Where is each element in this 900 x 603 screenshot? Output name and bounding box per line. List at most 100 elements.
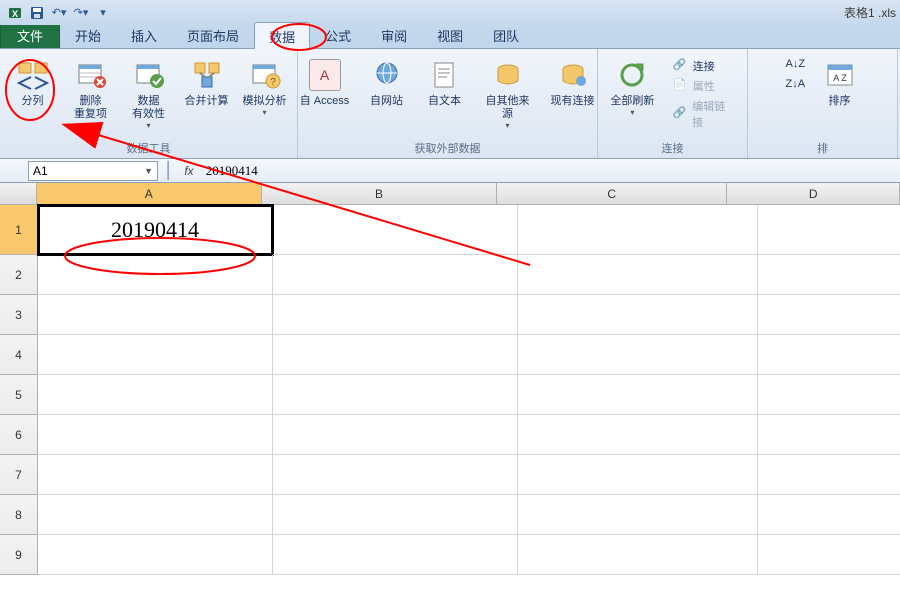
btn-from-other[interactable]: 自其他来源 ▾ (479, 53, 537, 130)
col-header-C[interactable]: C (497, 183, 727, 205)
cell[interactable] (273, 415, 518, 455)
row-header-1[interactable]: 1 (0, 205, 38, 255)
btn-refresh-all[interactable]: 全部刷新 ▾ (606, 53, 659, 117)
cell[interactable] (758, 335, 900, 375)
quick-access-toolbar: X ↶▾ ↷▾ ▾ (6, 4, 112, 22)
group-data-tools: 分列 删除 重复项 数据 有效性 ▾ 合并计算 ? 模拟分析 ▾ 数据工具 (0, 49, 298, 158)
chevron-down-icon[interactable]: ▼ (144, 166, 153, 176)
tab-file[interactable]: 文件 (0, 21, 60, 48)
cell[interactable] (518, 295, 758, 335)
cell[interactable] (38, 335, 273, 375)
tab-data[interactable]: 数据 (254, 22, 310, 49)
btn-from-web[interactable]: 自网站 (363, 53, 411, 108)
properties-icon: 📄 (673, 78, 689, 94)
cell[interactable] (273, 335, 518, 375)
formula-bar: A1 ▼ ⎮ fx (0, 159, 900, 183)
cell[interactable] (38, 455, 273, 495)
cell[interactable] (273, 255, 518, 295)
btn-from-access[interactable]: A 自 Access (297, 53, 353, 108)
cell[interactable] (758, 495, 900, 535)
cell[interactable] (758, 415, 900, 455)
cell[interactable] (518, 415, 758, 455)
row-header-9[interactable]: 9 (0, 535, 38, 575)
btn-properties: 📄属性 (669, 77, 739, 95)
btn-existing-connections[interactable]: 现有连接 (547, 53, 599, 108)
btn-consolidate[interactable]: 合并计算 (183, 53, 231, 108)
cell[interactable] (518, 495, 758, 535)
tab-view[interactable]: 视图 (422, 21, 478, 48)
row-header-3[interactable]: 3 (0, 295, 38, 335)
cell[interactable] (758, 295, 900, 335)
tab-formulas[interactable]: 公式 (310, 21, 366, 48)
cells-area[interactable]: 20190414 (38, 205, 900, 575)
cell[interactable]: 20190414 (38, 205, 273, 255)
cell[interactable] (758, 255, 900, 295)
btn-from-text[interactable]: 自文本 (421, 53, 469, 108)
excel-app-icon[interactable]: X (6, 4, 24, 22)
row-header-8[interactable]: 8 (0, 495, 38, 535)
cell[interactable] (758, 535, 900, 575)
col-header-B[interactable]: B (262, 183, 497, 205)
cell[interactable] (273, 535, 518, 575)
tab-review[interactable]: 审阅 (366, 21, 422, 48)
window-title: 表格1 .xls (844, 4, 896, 21)
row-header-4[interactable]: 4 (0, 335, 38, 375)
formula-input[interactable] (200, 161, 900, 181)
row-header-6[interactable]: 6 (0, 415, 38, 455)
sort-asc-icon: A↓Z (786, 58, 802, 74)
btn-sort-asc[interactable]: A↓Z (782, 57, 806, 75)
btn-text-to-columns[interactable]: 分列 (9, 53, 57, 108)
btn-sort[interactable]: A Z 排序 (816, 53, 864, 108)
cell[interactable] (38, 535, 273, 575)
tab-insert[interactable]: 插入 (116, 21, 172, 48)
cell[interactable] (758, 375, 900, 415)
tab-team[interactable]: 团队 (478, 21, 534, 48)
cell[interactable] (758, 455, 900, 495)
cell[interactable] (273, 205, 518, 255)
qat-more-icon[interactable]: ▾ (94, 4, 112, 22)
save-icon[interactable] (28, 4, 46, 22)
tab-pagelayout[interactable]: 页面布局 (172, 21, 254, 48)
col-header-D[interactable]: D (727, 183, 900, 205)
btn-remove-duplicates[interactable]: 删除 重复项 (67, 53, 115, 121)
btn-connections[interactable]: 🔗连接 (669, 57, 739, 75)
undo-icon[interactable]: ↶▾ (50, 4, 68, 22)
cell[interactable] (518, 455, 758, 495)
sort-desc-icon: Z↓A (786, 78, 802, 94)
ribbon-tabs: 文件 开始 插入 页面布局 数据 公式 审阅 视图 团队 (0, 25, 900, 49)
cell[interactable] (273, 455, 518, 495)
cell[interactable] (273, 295, 518, 335)
row-header-5[interactable]: 5 (0, 375, 38, 415)
name-box[interactable]: A1 ▼ (28, 161, 158, 181)
ribbon: 分列 删除 重复项 数据 有效性 ▾ 合并计算 ? 模拟分析 ▾ 数据工具 (0, 49, 900, 159)
cell[interactable] (518, 535, 758, 575)
cell[interactable] (38, 255, 273, 295)
cell[interactable] (518, 335, 758, 375)
select-all-corner[interactable] (0, 183, 37, 205)
title-bar: X ↶▾ ↷▾ ▾ 表格1 .xls (0, 0, 900, 25)
spreadsheet-grid: A B C D 123456789 20190414 (0, 183, 900, 603)
cell[interactable] (38, 495, 273, 535)
cell[interactable] (38, 375, 273, 415)
cell[interactable] (273, 375, 518, 415)
cell[interactable] (518, 375, 758, 415)
btn-data-validation[interactable]: 数据 有效性 ▾ (125, 53, 173, 130)
tab-home[interactable]: 开始 (60, 21, 116, 48)
cell[interactable] (38, 295, 273, 335)
row-header-2[interactable]: 2 (0, 255, 38, 295)
btn-sort-desc[interactable]: Z↓A (782, 77, 806, 95)
cell[interactable] (273, 495, 518, 535)
cell[interactable] (38, 415, 273, 455)
cell[interactable] (518, 255, 758, 295)
col-header-A[interactable]: A (37, 183, 262, 205)
redo-icon[interactable]: ↷▾ (72, 4, 90, 22)
row-headers: 123456789 (0, 205, 38, 575)
svg-text:?: ? (270, 77, 276, 88)
cell[interactable] (518, 205, 758, 255)
svg-text:X: X (12, 9, 18, 19)
fx-button[interactable]: fx (178, 164, 199, 178)
btn-what-if[interactable]: ? 模拟分析 ▾ (241, 53, 289, 117)
edit-link-icon: 🔗 (673, 106, 689, 122)
cell[interactable] (758, 205, 900, 255)
row-header-7[interactable]: 7 (0, 455, 38, 495)
